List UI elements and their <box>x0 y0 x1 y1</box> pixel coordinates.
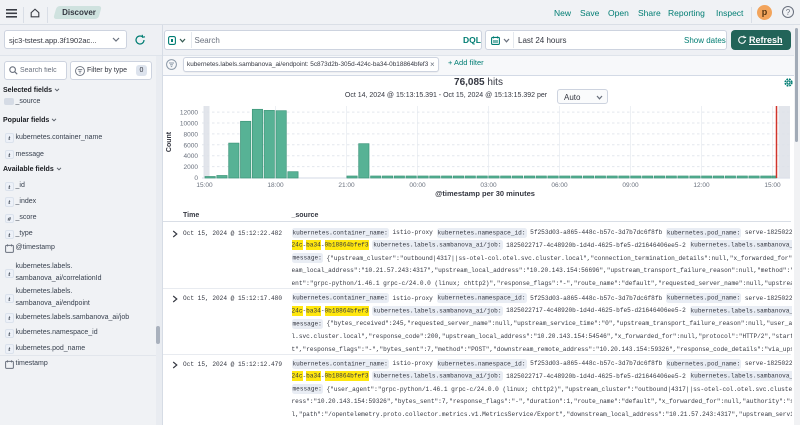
svg-text:Count: Count <box>166 131 173 152</box>
svg-text:15:00: 15:00 <box>764 182 781 189</box>
svg-text:21:00: 21:00 <box>338 182 355 189</box>
svg-text:18:00: 18:00 <box>267 182 284 189</box>
svg-text:4000: 4000 <box>184 153 199 160</box>
svg-text:10000: 10000 <box>180 121 198 128</box>
svg-text:15:00: 15:00 <box>196 182 213 189</box>
svg-text:0: 0 <box>194 175 198 182</box>
svg-text:6000: 6000 <box>184 142 199 149</box>
svg-text:00:00: 00:00 <box>409 182 426 189</box>
svg-text:09:00: 09:00 <box>622 182 639 189</box>
svg-text:8000: 8000 <box>184 131 199 138</box>
svg-text:03:00: 03:00 <box>480 182 497 189</box>
svg-text:12000: 12000 <box>180 110 198 117</box>
svg-text:12:00: 12:00 <box>693 182 710 189</box>
svg-text:@timestamp per 30 minutes: @timestamp per 30 minutes <box>435 189 535 198</box>
svg-text:06:00: 06:00 <box>551 182 568 189</box>
svg-text:2000: 2000 <box>184 164 199 171</box>
